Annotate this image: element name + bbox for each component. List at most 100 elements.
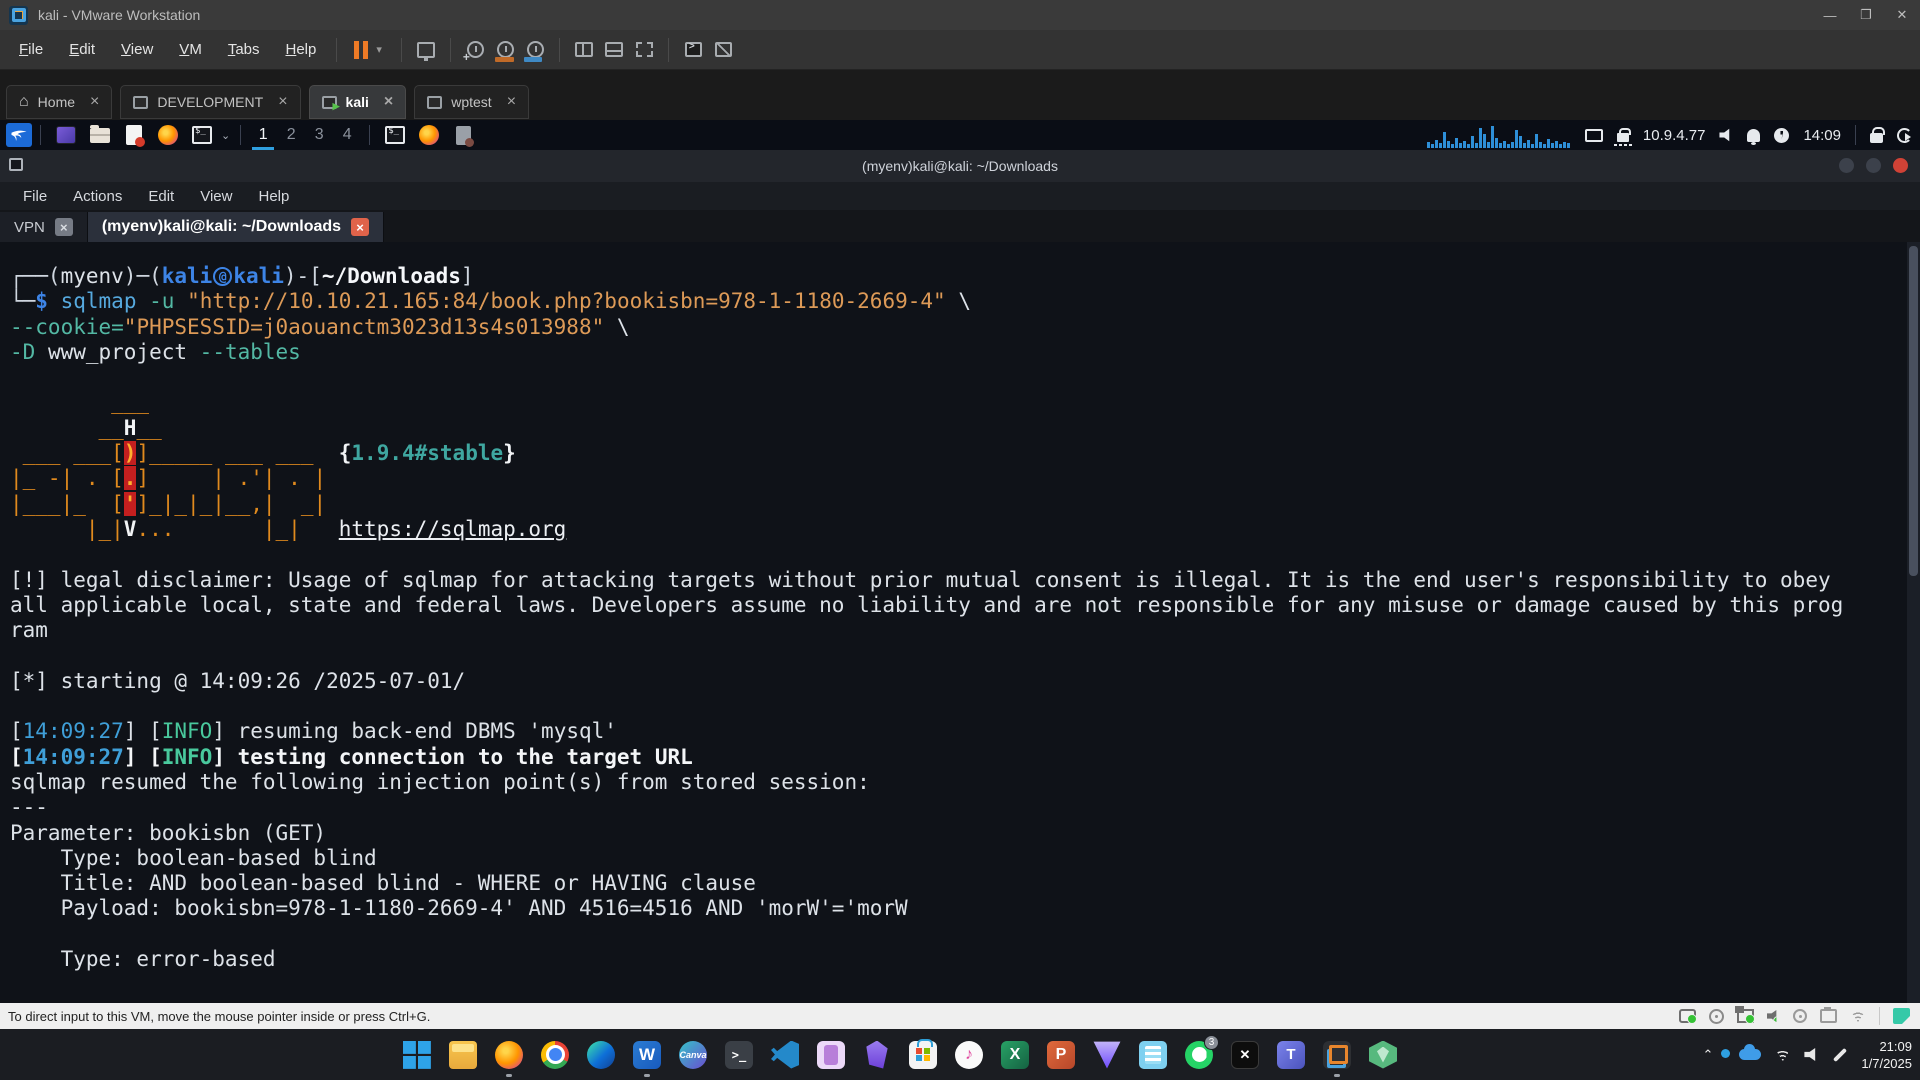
sound-icon[interactable] [1767, 1010, 1780, 1023]
terminal-scrollbar[interactable] [1907, 242, 1920, 1003]
powerpoint-taskbar-icon[interactable] [1045, 1039, 1077, 1071]
firefox-taskbar-icon[interactable] [493, 1039, 525, 1071]
usb-device-icon[interactable] [1793, 1009, 1807, 1023]
revert-snapshot-button[interactable] [490, 36, 520, 64]
launcher-dropdown-caret-icon[interactable]: ⌄ [221, 129, 230, 142]
cd-rom-icon[interactable] [1709, 1009, 1724, 1024]
launcher-terminal[interactable] [190, 123, 214, 147]
terminal-menu-view[interactable]: View [189, 185, 243, 208]
vmware-menu-edit[interactable]: Edit [58, 36, 106, 63]
green-diamond-taskbar-icon[interactable] [1367, 1039, 1399, 1071]
launcher-firefox[interactable] [156, 123, 180, 147]
vmware-menu-vm[interactable]: VM [168, 36, 213, 63]
workspace-1[interactable]: 1 [249, 120, 277, 150]
panel-clock[interactable]: 14:09 [1803, 127, 1841, 144]
network-adapter-icon[interactable] [1737, 1009, 1754, 1023]
terminal-menu-actions[interactable]: Actions [62, 185, 133, 208]
volume-icon[interactable] [1719, 128, 1733, 142]
minimize-button[interactable]: — [1812, 0, 1848, 30]
terminal-menu-edit[interactable]: Edit [137, 185, 185, 208]
show-thumbnail-bar-button[interactable] [599, 36, 629, 64]
vmware-menu-tabs[interactable]: Tabs [217, 36, 271, 63]
whatsapp-taskbar-icon[interactable]: 3 [1183, 1039, 1215, 1071]
onedrive-icon[interactable] [1739, 1049, 1761, 1060]
vmware-taskbar-icon[interactable] [1321, 1039, 1353, 1071]
message-log-icon[interactable] [1893, 1008, 1910, 1024]
vm-tab-development[interactable]: DEVELOPMENT× [120, 85, 300, 119]
terminal-menu-file[interactable]: File [12, 185, 58, 208]
logout-icon[interactable] [1897, 128, 1912, 143]
manage-snapshots-button[interactable] [520, 36, 550, 64]
itunes-taskbar-icon[interactable] [953, 1039, 985, 1071]
terminal-tab-active-session[interactable]: (myenv)kali@kali: ~/Downloads× [88, 212, 384, 242]
send-ctrl-alt-del-button[interactable] [411, 36, 441, 64]
power-manager-icon[interactable] [1774, 128, 1789, 143]
hard-disk-icon[interactable] [1679, 1009, 1696, 1023]
notes-taskbar-icon[interactable] [1137, 1039, 1169, 1071]
close-button[interactable]: ✕ [1884, 0, 1920, 30]
vscode-taskbar-icon[interactable] [769, 1039, 801, 1071]
capcut-taskbar-icon[interactable] [1229, 1039, 1261, 1071]
terminal-titlebar[interactable]: (myenv)kali@kali: ~/Downloads [0, 150, 1920, 182]
vmware-menu-view[interactable]: View [110, 36, 164, 63]
scrollbar-thumb[interactable] [1909, 246, 1918, 576]
display-icon[interactable] [1585, 129, 1603, 142]
vmware-menu-file[interactable]: File [8, 36, 54, 63]
fullscreen-button[interactable] [629, 36, 659, 64]
file-explorer-taskbar-icon[interactable] [447, 1039, 479, 1071]
vmware-menu-help[interactable]: Help [275, 36, 328, 63]
notifications-icon[interactable] [1747, 129, 1760, 142]
windows-terminal-taskbar-icon[interactable] [723, 1039, 755, 1071]
terminal-maximize-button[interactable] [1866, 158, 1881, 173]
chrome-taskbar-icon[interactable] [539, 1039, 571, 1071]
tab-close-icon[interactable]: × [507, 93, 516, 111]
start-taskbar-icon[interactable] [401, 1039, 433, 1071]
take-snapshot-button[interactable] [460, 36, 490, 64]
kali-menu-button[interactable] [6, 123, 32, 147]
power-options-caret-icon[interactable]: ▾ [376, 43, 392, 56]
canva-taskbar-icon[interactable] [677, 1039, 709, 1071]
wifi-device-icon[interactable] [1850, 1010, 1866, 1022]
taskbar-window-document[interactable] [451, 123, 475, 147]
terminal-body[interactable]: ┌──(myenv)─(kali@kali)-[~/Downloads]└─$ … [0, 242, 1920, 1003]
vm-tab-kali[interactable]: kali× [309, 85, 407, 119]
terminal-tab-close-icon[interactable]: × [55, 218, 73, 236]
show-library-button[interactable] [569, 36, 599, 64]
wifi-icon[interactable] [1774, 1048, 1791, 1061]
launcher-app-window[interactable] [54, 123, 78, 147]
launcher-text-editor[interactable] [122, 123, 146, 147]
terminal-tab-close-icon[interactable]: × [351, 218, 369, 236]
pen-input-icon[interactable] [1833, 1047, 1847, 1061]
obsidian-taskbar-icon[interactable] [861, 1039, 893, 1071]
tab-close-icon[interactable]: × [384, 93, 393, 111]
workspace-2[interactable]: 2 [277, 120, 305, 150]
launcher-file-manager[interactable] [88, 123, 112, 147]
tab-close-icon[interactable]: × [278, 93, 287, 111]
excel-taskbar-icon[interactable] [999, 1039, 1031, 1071]
speaker-icon[interactable] [1804, 1048, 1819, 1061]
word-taskbar-icon[interactable] [631, 1039, 663, 1071]
vm-tab-wptest[interactable]: wptest× [414, 85, 529, 119]
tray-overflow-chevron-icon[interactable]: ⌃ [1702, 1047, 1713, 1063]
ms-store-taskbar-icon[interactable] [907, 1039, 939, 1071]
terminal-menu-help[interactable]: Help [247, 185, 300, 208]
taskbar-window-firefox[interactable] [417, 123, 441, 147]
terminal-tab-vpn[interactable]: VPN× [0, 212, 88, 242]
phone-link-taskbar-icon[interactable] [815, 1039, 847, 1071]
printer-icon[interactable] [1820, 1009, 1837, 1023]
vm-tab-home[interactable]: ⌂Home× [6, 85, 112, 119]
fit-guest-button[interactable] [708, 36, 738, 64]
pause-vm-button[interactable] [346, 36, 376, 64]
terminal-minimize-button[interactable] [1839, 158, 1854, 173]
edge-taskbar-icon[interactable] [585, 1039, 617, 1071]
proton-vpn-taskbar-icon[interactable] [1091, 1039, 1123, 1071]
workspace-3[interactable]: 3 [305, 120, 333, 150]
teams-taskbar-icon[interactable] [1275, 1039, 1307, 1071]
maximize-button[interactable]: ❐ [1848, 0, 1884, 30]
unity-mode-button[interactable] [678, 36, 708, 64]
vpn-lock-icon[interactable] [1617, 133, 1629, 142]
lock-screen-icon[interactable] [1870, 133, 1883, 143]
terminal-close-button[interactable] [1893, 158, 1908, 173]
taskbar-window-terminal[interactable] [383, 123, 407, 147]
tab-close-icon[interactable]: × [90, 93, 99, 111]
